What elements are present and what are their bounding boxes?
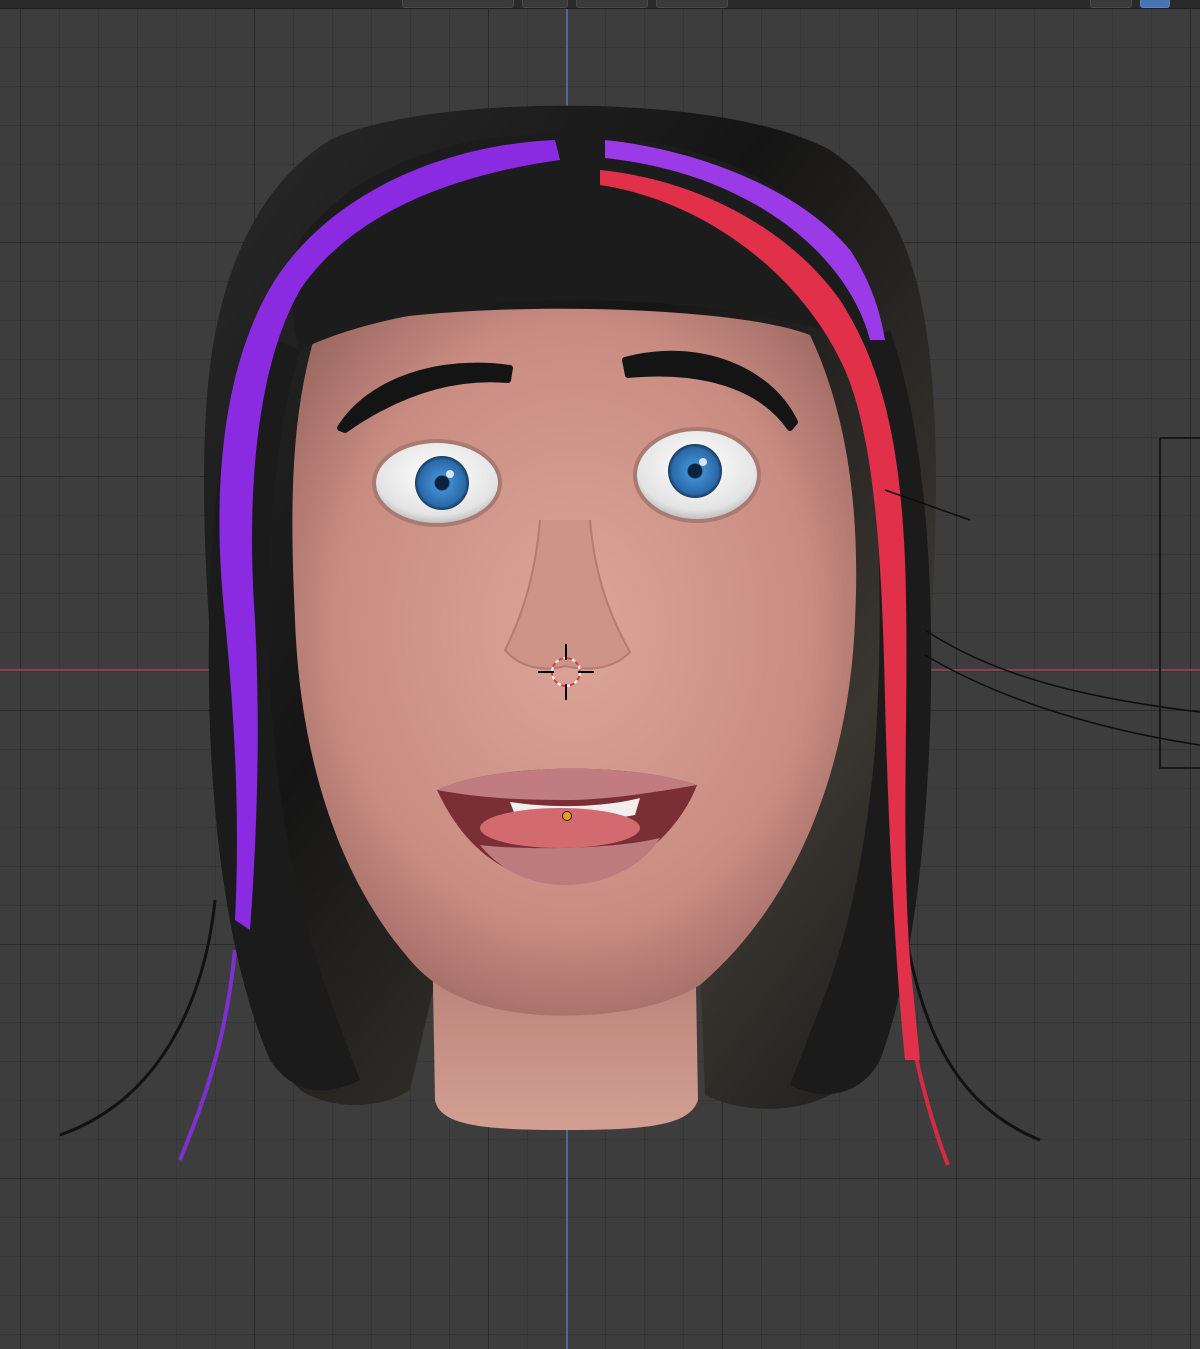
viewport-header: [0, 0, 1200, 9]
hair-strand: [898, 899, 1041, 1142]
overlays-button[interactable]: [576, 0, 648, 8]
3d-viewport[interactable]: [0, 0, 1200, 1349]
object-origin-icon[interactable]: [562, 811, 572, 821]
head-model[interactable]: [0, 0, 1200, 1349]
hair-strand: [59, 899, 217, 1137]
shading-solid-button[interactable]: [1140, 0, 1170, 8]
view-object-types-button[interactable]: [402, 0, 514, 8]
iris-left: [415, 456, 469, 510]
xray-toggle-button[interactable]: [656, 0, 728, 8]
hair-strand: [178, 949, 237, 1161]
iris-right: [668, 444, 722, 498]
shading-wireframe-button[interactable]: [1090, 0, 1132, 8]
gizmo-toggle-button[interactable]: [522, 0, 568, 8]
tongue: [480, 808, 640, 848]
eye-highlight-left: [446, 470, 454, 478]
eye-highlight-right: [699, 458, 707, 466]
